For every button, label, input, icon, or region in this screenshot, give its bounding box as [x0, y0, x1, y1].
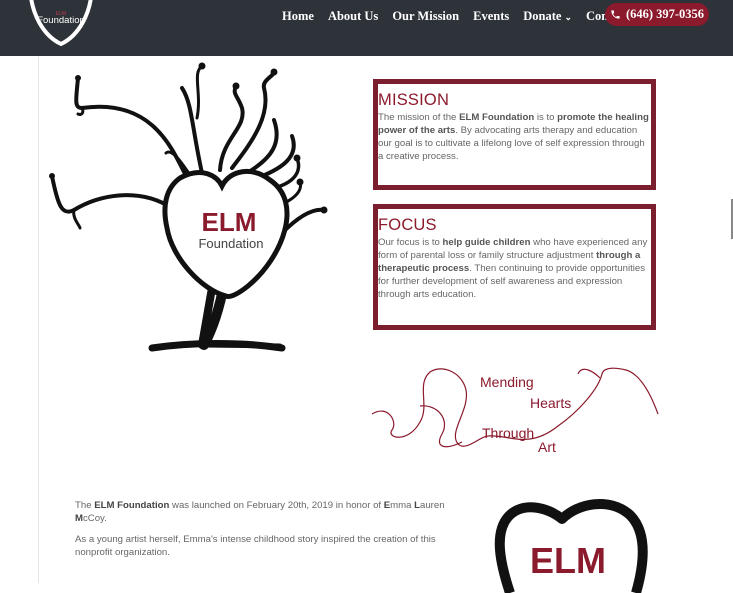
bottom-logo-title: ELM [530, 540, 606, 581]
phone-number: (646) 397-0356 [625, 7, 705, 21]
tree-logo-subtitle: Foundation [198, 236, 263, 251]
mending-line4: Art [538, 439, 556, 455]
intro-text: The ELM Foundation was launched on Febru… [75, 499, 465, 567]
mission-text: The mission of the ELM Foundation is to … [378, 112, 649, 163]
nav-donate-label: Donate [523, 9, 562, 23]
content-divider [38, 56, 39, 583]
mending-line1: Mending [480, 374, 534, 390]
mending-hearts-through-art-graphic: Mending Hearts Through Art [371, 367, 659, 455]
elm-foundation-logo[interactable]: ELM Foundation [24, 0, 98, 46]
mission-heading: MISSION [378, 91, 450, 109]
top-nav-bar: ELM Foundation Home About Us Our Mission… [0, 0, 733, 56]
mending-line2: Hearts [530, 395, 571, 411]
intro-paragraph-1: The ELM Foundation was launched on Febru… [75, 500, 445, 524]
phone-button[interactable]: (646) 397-0356 [605, 3, 709, 26]
mission-box: MISSION The mission of the ELM Foundatio… [373, 79, 656, 190]
nav-about-us[interactable]: About Us [328, 9, 378, 24]
nav-donate[interactable]: Donate ⌄ [523, 9, 572, 24]
tree-logo-title: ELM [202, 207, 257, 237]
chevron-down-icon: ⌄ [564, 12, 572, 22]
elm-tree-logo-image: ELM Foundation [49, 62, 328, 352]
nav-our-mission[interactable]: Our Mission [392, 9, 459, 24]
elm-heart-logo-image: ELM [494, 499, 648, 593]
logo-text: Foundation [37, 15, 85, 26]
mending-line3: Through [482, 425, 534, 441]
focus-text: Our focus is to help guide children who … [378, 237, 648, 301]
focus-heading: FOCUS [378, 216, 437, 234]
nav-home[interactable]: Home [282, 9, 314, 24]
phone-icon [611, 10, 620, 19]
nav-events[interactable]: Events [473, 9, 509, 24]
focus-box: FOCUS Our focus is to help guide childre… [373, 204, 656, 330]
main-menu: Home About Us Our Mission Events Donate ⌄… [282, 9, 642, 24]
intro-paragraph-2: As a young artist herself, Emma's intens… [75, 534, 436, 558]
